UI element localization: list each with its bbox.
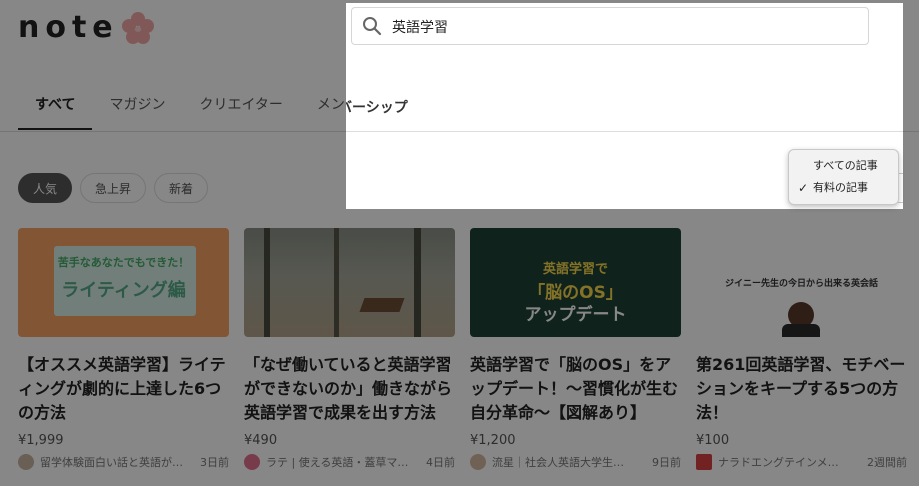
panel-divider	[346, 131, 903, 132]
option-paid-articles[interactable]: ✓ 有料の記事	[789, 178, 898, 198]
option-label: すべての記事	[813, 159, 878, 172]
search-box[interactable]	[351, 7, 869, 46]
search-input[interactable]	[390, 8, 854, 46]
price-filter-dropdown: すべての記事 ✓ 有料の記事	[788, 149, 899, 205]
checkmark-icon: ✓	[798, 181, 809, 195]
search-icon	[363, 17, 382, 36]
option-label: 有料の記事	[813, 181, 868, 194]
tab-membership-highlight[interactable]: メンバーシップ	[346, 91, 446, 133]
option-all-articles[interactable]: すべての記事	[789, 156, 898, 176]
